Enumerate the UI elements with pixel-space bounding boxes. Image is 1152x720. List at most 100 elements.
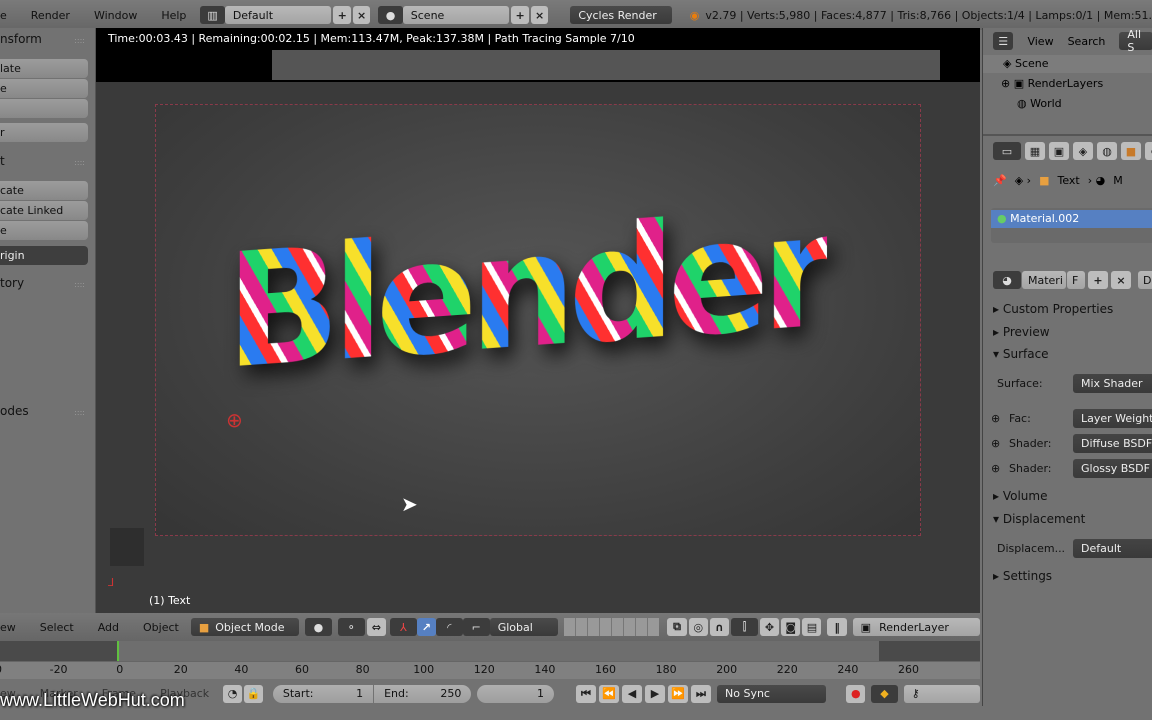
- orientation-dropdown[interactable]: Global: [489, 618, 558, 636]
- proportional-edit-icon[interactable]: ◎: [688, 618, 708, 636]
- outliner-item-scene[interactable]: ◈ Scene: [983, 55, 1152, 73]
- grip-icon[interactable]: ::::: [74, 158, 85, 167]
- jump-keyframe-back-icon[interactable]: ⏪: [599, 684, 619, 703]
- remove-layout-button[interactable]: ×: [352, 6, 371, 24]
- delete-button[interactable]: e: [0, 221, 88, 240]
- duplicate-button[interactable]: cate: [0, 181, 88, 200]
- rotate-manipulator-icon[interactable]: ◜: [435, 618, 463, 636]
- history-header[interactable]: tory: [0, 276, 24, 290]
- pivot-dropdown[interactable]: ⚬: [337, 618, 365, 636]
- panel-volume[interactable]: ▸ Volume: [983, 489, 1152, 503]
- data-button[interactable]: D: [1138, 271, 1152, 289]
- current-frame-field[interactable]: 1: [477, 684, 554, 703]
- scene-icon[interactable]: ●: [378, 6, 403, 24]
- grip-icon[interactable]: ::::: [74, 36, 85, 45]
- tab-layers-icon[interactable]: ▣: [1049, 142, 1069, 160]
- panel-surface[interactable]: ▾ Surface: [983, 347, 1152, 361]
- properties-editor-icon[interactable]: ▭: [993, 142, 1021, 160]
- menu-view[interactable]: ew: [0, 621, 28, 634]
- outliner-search-menu[interactable]: Search: [1068, 35, 1106, 48]
- shader2-dropdown[interactable]: Glossy BSDF: [1073, 459, 1152, 478]
- render-icon[interactable]: ◙: [781, 618, 801, 636]
- transform-header[interactable]: nsform: [0, 32, 42, 46]
- jump-keyframe-forward-icon[interactable]: ⏩: [668, 684, 688, 703]
- timeline[interactable]: [0, 641, 980, 661]
- tab-scene-icon[interactable]: ◈: [1073, 142, 1093, 160]
- clapper-icon[interactable]: ▤: [802, 618, 822, 636]
- material-slot-list[interactable]: ● Material.002: [991, 208, 1152, 243]
- manipulator-icon[interactable]: ⅄: [389, 618, 417, 636]
- snap-icon[interactable]: ∩: [709, 618, 730, 636]
- mode-dropdown[interactable]: ■ Object Mode: [190, 618, 299, 636]
- surface-shader-dropdown[interactable]: Mix Shader: [1073, 374, 1152, 393]
- render-layer-field[interactable]: ▣ RenderLayer: [852, 618, 980, 636]
- material-slot-item[interactable]: ● Material.002: [991, 210, 1152, 228]
- end-frame-field[interactable]: End: 250: [374, 684, 472, 703]
- set-origin-dropdown[interactable]: rigin: [0, 246, 88, 265]
- scene-field[interactable]: Scene: [402, 6, 510, 24]
- shading-dropdown[interactable]: ●: [304, 618, 332, 636]
- scale-manipulator-icon[interactable]: ⌐: [462, 618, 490, 636]
- add-layout-button[interactable]: +: [333, 6, 351, 24]
- scale-button[interactable]: [0, 99, 88, 118]
- menu-render[interactable]: Render: [19, 9, 82, 22]
- layers-grid[interactable]: [563, 618, 660, 636]
- lock-layers-icon[interactable]: ⧉: [667, 618, 687, 636]
- menu-object[interactable]: Object: [131, 621, 191, 634]
- outliner-filter-dropdown[interactable]: All S: [1119, 28, 1152, 54]
- translate-button[interactable]: late: [0, 59, 88, 78]
- record-icon[interactable]: ●: [846, 684, 866, 703]
- new-material-button[interactable]: +: [1088, 271, 1108, 289]
- playhead[interactable]: [117, 641, 119, 661]
- add-scene-button[interactable]: +: [511, 6, 529, 24]
- layout-icon[interactable]: ▥: [200, 6, 225, 24]
- translate-manipulator-icon[interactable]: ↗: [416, 618, 436, 636]
- menu-window[interactable]: Window: [82, 9, 149, 22]
- grip-icon[interactable]: ::::: [74, 280, 85, 289]
- 3d-cursor-icon[interactable]: ⊕: [226, 408, 243, 432]
- menu-help[interactable]: Help: [149, 9, 198, 22]
- play-icon[interactable]: ▶: [645, 684, 665, 703]
- material-browse-icon[interactable]: ◕: [993, 271, 1021, 289]
- frame-ruler[interactable]: 0 -20 0 20 40 60 80 100 120 140 160 180 200 220 240 260: [0, 661, 980, 679]
- manipulator-toggle[interactable]: ⇔: [366, 618, 386, 636]
- rotate-button[interactable]: e: [0, 79, 88, 98]
- outliner-editor-icon[interactable]: ☰: [993, 32, 1014, 50]
- menu-file[interactable]: e: [0, 9, 19, 22]
- render-engine-dropdown[interactable]: Cycles Render: [570, 6, 672, 24]
- shader1-link-icon[interactable]: ⊕: [991, 437, 1000, 450]
- edit-header[interactable]: t: [0, 154, 5, 168]
- lock-icon[interactable]: 🔒: [244, 684, 263, 703]
- sync-dropdown[interactable]: No Sync: [717, 684, 827, 703]
- material-name-field[interactable]: Materi: [1022, 271, 1066, 289]
- preview-range-icon[interactable]: ◔: [223, 684, 243, 703]
- snap-element-dropdown[interactable]: ⫿: [731, 618, 758, 636]
- start-frame-field[interactable]: Start: 1: [272, 684, 374, 703]
- fac-link-icon[interactable]: ⊕: [991, 412, 1000, 425]
- outliner-item-renderlayers[interactable]: ⊕ ▣ RenderLayers: [1001, 75, 1103, 93]
- jump-end-icon[interactable]: ⏭: [691, 684, 711, 703]
- pause-icon[interactable]: ‖: [827, 618, 847, 636]
- panel-settings[interactable]: ▸ Settings: [983, 569, 1152, 583]
- fac-dropdown[interactable]: Layer Weight: [1073, 409, 1152, 428]
- panel-preview[interactable]: ▸ Preview: [983, 325, 1152, 339]
- 3d-viewport[interactable]: Time:00:03.43 | Remaining:00:02.15 | Mem…: [96, 28, 980, 613]
- keying-set-field[interactable]: ⚷: [903, 684, 980, 703]
- keying-icon[interactable]: ◆: [871, 684, 898, 703]
- tab-render-icon[interactable]: ▦: [1025, 142, 1045, 160]
- duplicate-linked-button[interactable]: cate Linked: [0, 201, 88, 220]
- grip-icon[interactable]: ::::: [74, 408, 85, 417]
- mirror-button[interactable]: r: [0, 123, 88, 142]
- panel-custom-properties[interactable]: ▸ Custom Properties: [983, 302, 1152, 316]
- outliner-view-menu[interactable]: View: [1027, 35, 1053, 48]
- shader1-dropdown[interactable]: Diffuse BSDF: [1073, 434, 1152, 453]
- jump-start-icon[interactable]: ⏮: [576, 684, 596, 703]
- remove-scene-button[interactable]: ×: [530, 6, 549, 24]
- unlink-material-button[interactable]: ×: [1111, 271, 1131, 289]
- nodes-header[interactable]: odes: [0, 404, 29, 418]
- displacement-dropdown[interactable]: Default: [1073, 539, 1152, 558]
- tab-world-icon[interactable]: ◍: [1097, 142, 1117, 160]
- shader2-link-icon[interactable]: ⊕: [991, 462, 1000, 475]
- fake-user-button[interactable]: F: [1067, 271, 1085, 289]
- menu-select[interactable]: Select: [28, 621, 86, 634]
